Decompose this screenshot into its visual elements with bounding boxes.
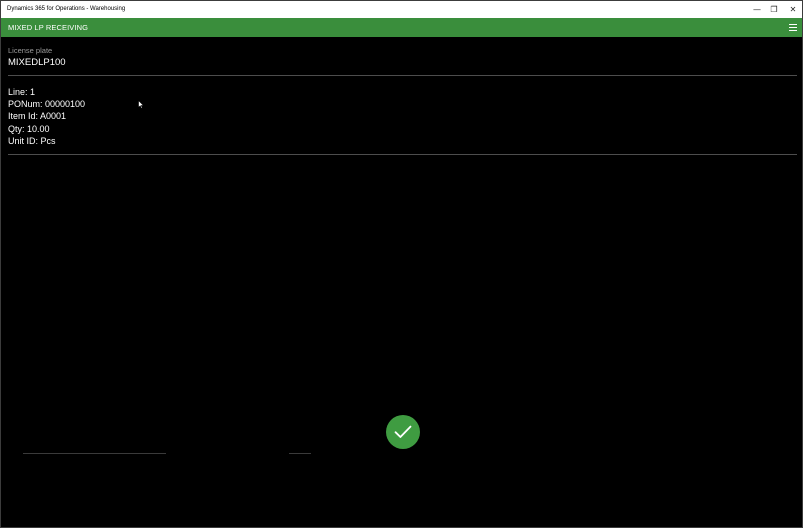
divider [8,154,797,155]
line-number: Line: 1 [8,87,36,97]
app-header: MIXED LP RECEIVING [1,18,802,37]
receipt-details: Line: 1 PONum: 00000100 Item Id: A0001 Q… [8,86,85,147]
ok-button[interactable] [386,415,420,449]
item-id: Item Id: A0001 [8,111,67,122]
mouse-cursor-icon [138,100,144,109]
divider [8,75,797,76]
page-title: MIXED LP RECEIVING [8,23,89,32]
po-number: PONum: 00000100 [8,99,86,110]
license-plate-value: MIXEDLP100 [8,57,66,68]
license-plate-label: License plate [8,46,53,55]
unit-id: Unit ID: Pcs [8,135,56,146]
quantity: Qty: 10.00 [8,123,50,134]
maximize-button[interactable]: ❐ [765,1,783,18]
divider [23,453,166,454]
hamburger-icon[interactable] [789,24,797,31]
app-window: Dynamics 365 for Operations - Warehousin… [0,0,803,528]
divider [289,453,311,454]
window-titlebar[interactable]: Dynamics 365 for Operations - Warehousin… [1,1,802,18]
maximize-icon: ❐ [770,5,778,14]
close-icon: ✕ [789,5,797,14]
minimize-icon: — [753,5,761,14]
minimize-button[interactable]: — [748,1,766,18]
checkmark-icon [394,425,412,438]
close-button[interactable]: ✕ [784,1,802,18]
window-title: Dynamics 365 for Operations - Warehousin… [7,6,126,12]
